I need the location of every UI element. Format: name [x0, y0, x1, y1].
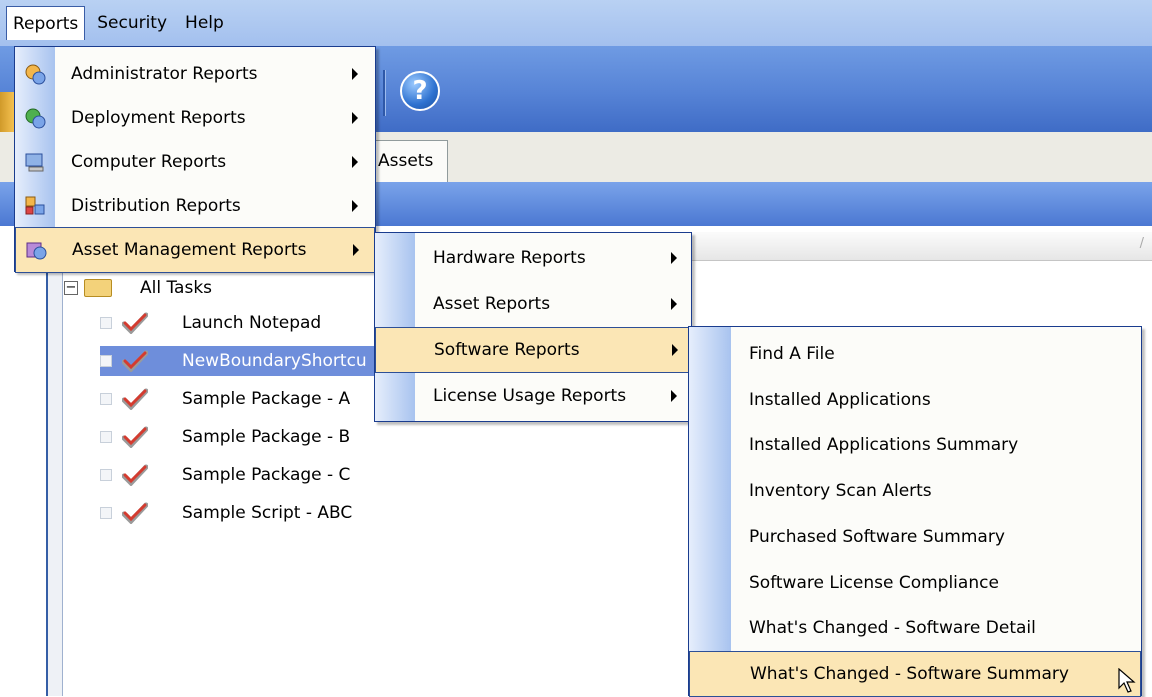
tree-item[interactable]: Launch Notepad [100, 308, 321, 338]
menu-reports-label: Reports [13, 14, 79, 34]
tree-item[interactable]: Sample Package - B [100, 422, 350, 452]
task-check-icon [122, 312, 148, 334]
tree-item[interactable]: NewBoundaryShortcu [100, 346, 390, 376]
task-check-icon [122, 464, 148, 486]
computer-reports-icon [25, 153, 44, 172]
task-check-icon [122, 388, 148, 410]
menu-item-software-license-compliance[interactable]: Software License Compliance [689, 560, 1141, 606]
tab-assets-label: Assets [378, 151, 434, 171]
mouse-pointer-icon [1118, 668, 1136, 693]
tree-item-label: Launch Notepad [182, 313, 322, 333]
menu-item-label: Installed Applications Summary [749, 435, 1019, 456]
menu-item-software-reports[interactable]: Software Reports [375, 327, 691, 373]
menu-item-label: Purchased Software Summary [749, 526, 1005, 547]
submenu-arrow-icon [353, 244, 359, 256]
collapse-icon[interactable]: − [64, 281, 78, 295]
tree-item[interactable]: Sample Package - C [100, 460, 350, 490]
menu-security[interactable]: Security [91, 6, 173, 40]
menu-item-inventory-scan-alerts[interactable]: Inventory Scan Alerts [689, 468, 1141, 514]
menu-item-label: Find A File [749, 344, 835, 364]
help-icon[interactable]: ? [400, 71, 440, 111]
menu-item-hardware-reports[interactable]: Hardware Reports [375, 235, 691, 281]
tree-root-label: All Tasks [140, 278, 213, 298]
submenu-arrow-icon [352, 68, 358, 80]
submenu-arrow-icon [352, 200, 358, 212]
menu-item-label: Deployment Reports [71, 108, 246, 128]
submenu-arrow-icon [671, 390, 677, 402]
asset-management-reports-icon [26, 242, 47, 260]
folder-icon [84, 279, 112, 297]
menu-item-administrator-reports[interactable]: Administrator Reports [15, 51, 375, 97]
menu-item-installed-applications[interactable]: Installed Applications [689, 377, 1141, 423]
menu-item-asset-reports[interactable]: Asset Reports [375, 281, 691, 327]
submenu-arrow-icon [352, 156, 358, 168]
menu-item-what-s-changed-software-summary[interactable]: What's Changed - Software Summary [689, 650, 1141, 697]
reports-menu: Administrator Reports Deployment Reports C… [14, 46, 376, 273]
expand-icon[interactable] [100, 393, 112, 405]
expand-icon[interactable] [100, 469, 112, 481]
toolbar-separator [383, 70, 386, 116]
menu-security-label: Security [97, 13, 168, 33]
expand-icon[interactable] [100, 507, 112, 519]
menu-item-label: What's Changed - Software Detail [749, 618, 1036, 639]
menu-item-label: Computer Reports [71, 152, 227, 172]
menu-item-label: Installed Applications [749, 389, 931, 410]
tree-item[interactable]: Sample Package - A [100, 384, 350, 414]
expand-icon[interactable] [100, 317, 112, 329]
task-check-icon [122, 350, 148, 372]
task-check-icon [122, 502, 148, 524]
menu-bar: Reports Security Help [0, 0, 1152, 46]
expand-icon[interactable] [100, 431, 112, 443]
menu-item-label: Administrator Reports [71, 64, 258, 84]
expand-icon[interactable] [100, 355, 112, 367]
menu-item-label: Hardware Reports [433, 248, 586, 268]
menu-item-label: Software License Compliance [749, 572, 999, 593]
menu-item-find-a-file[interactable]: Find A File [689, 331, 1141, 377]
tree-item-label: Sample Package - C [182, 465, 351, 485]
menu-item-what-s-changed-software-detail[interactable]: What's Changed - Software Detail [689, 605, 1141, 651]
menu-help[interactable]: Help [179, 6, 230, 40]
submenu-arrow-icon [672, 344, 678, 356]
distribution-reports-icon [25, 196, 45, 215]
menu-item-deployment-reports[interactable]: Deployment Reports [15, 95, 375, 141]
left-margin [0, 226, 44, 696]
menu-item-label: Asset Reports [433, 294, 551, 314]
task-check-icon [122, 426, 148, 448]
tree-item-label: Sample Script - ABC [182, 503, 353, 523]
menu-item-asset-management-reports[interactable]: Asset Management Reports [15, 227, 375, 273]
submenu-arrow-icon [671, 252, 677, 264]
menu-item-license-usage-reports[interactable]: License Usage Reports [375, 373, 691, 419]
deployment-reports-icon [25, 108, 46, 129]
menu-item-label: Distribution Reports [71, 196, 241, 216]
admin-reports-icon [25, 64, 46, 85]
tree-item[interactable]: Sample Script - ABC [100, 498, 352, 528]
menu-item-label: License Usage Reports [433, 386, 627, 406]
menu-item-label: Asset Management Reports [72, 240, 307, 260]
submenu-arrow-icon [671, 298, 677, 310]
tree-panel-border [46, 232, 63, 696]
column-resize-handle[interactable]: / [1140, 236, 1144, 251]
menu-item-installed-applications-summary[interactable]: Installed Applications Summary [689, 422, 1141, 468]
software-reports-submenu: Find A File Installed Applications Install… [688, 326, 1142, 697]
menu-reports[interactable]: Reports [6, 6, 86, 40]
menu-item-label: Software Reports [434, 340, 580, 360]
menu-item-computer-reports[interactable]: Computer Reports [15, 139, 375, 185]
tree-root[interactable]: − All Tasks [64, 274, 212, 302]
menu-item-distribution-reports[interactable]: Distribution Reports [15, 183, 375, 229]
tree-item-label: NewBoundaryShortcu [182, 351, 367, 371]
menu-item-label: What's Changed - Software Summary [750, 663, 1069, 684]
tree-item-label: Sample Package - A [182, 389, 351, 409]
menu-help-label: Help [185, 13, 224, 33]
menu-item-label: Inventory Scan Alerts [749, 481, 932, 502]
submenu-arrow-icon [352, 112, 358, 124]
asset-management-submenu: Hardware Reports Asset Reports Software Re… [374, 232, 692, 422]
menu-item-purchased-software-summary[interactable]: Purchased Software Summary [689, 514, 1141, 560]
tree-item-label: Sample Package - B [182, 427, 351, 447]
